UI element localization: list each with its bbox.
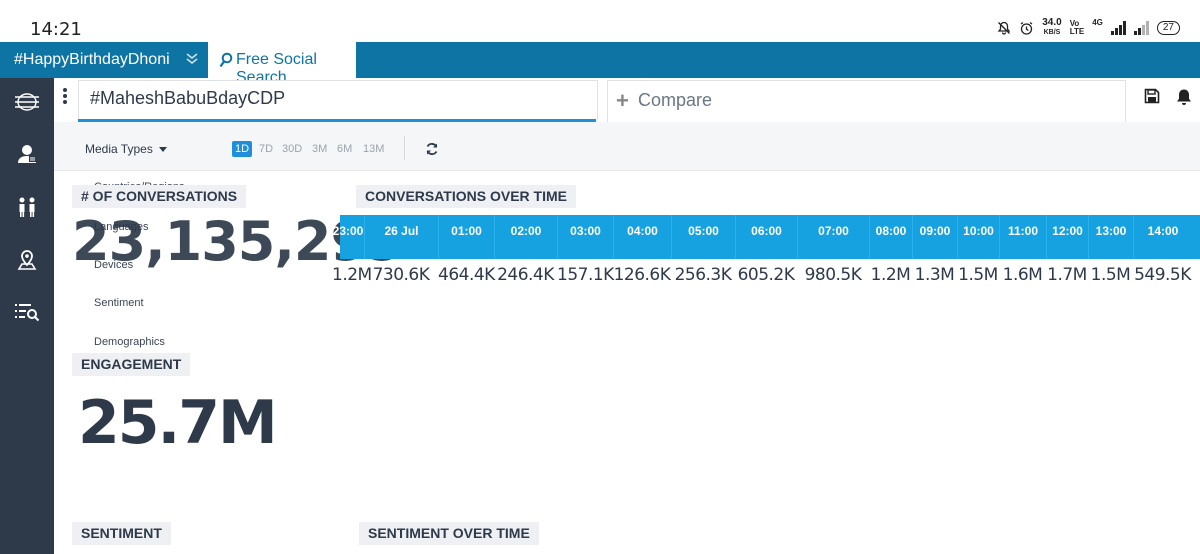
plus-icon: + bbox=[616, 88, 629, 113]
sentiment-over-time-label: SENTIMENT OVER TIME bbox=[359, 522, 539, 545]
timeline-value-12: 1.6M bbox=[1002, 265, 1043, 285]
status-time: 14:21 bbox=[30, 19, 82, 40]
timeline-value-1: 730.6K bbox=[372, 265, 430, 285]
bell-off-icon bbox=[997, 21, 1011, 35]
timeline-time-1: 26 Jul bbox=[364, 215, 438, 259]
timeline-value-0: 1.2M bbox=[332, 265, 372, 285]
range-1d-button[interactable]: 1D bbox=[232, 141, 253, 157]
volte-indicator: Vo LTE bbox=[1070, 20, 1085, 36]
refresh-icon[interactable] bbox=[425, 142, 439, 156]
timeline-value-13: 1.7M bbox=[1047, 265, 1087, 285]
timeline-time-10: 09:00 bbox=[912, 215, 957, 259]
sidebar-item-location[interactable] bbox=[13, 246, 41, 274]
signal-strength-icon bbox=[1110, 21, 1126, 35]
search-icon bbox=[219, 52, 233, 68]
timeline-time-7: 06:00 bbox=[735, 215, 797, 259]
search-query: #MaheshBabuBdayCDP bbox=[90, 88, 286, 108]
timeline-value-3: 246.4K bbox=[497, 265, 554, 285]
search-list-icon bbox=[15, 304, 40, 322]
tab-hashtag[interactable]: #HappyBirthdayDhoni bbox=[0, 42, 208, 78]
timeline-value-14: 1.5M bbox=[1090, 265, 1131, 285]
top-nav: #HappyBirthdayDhoni Free Social Search bbox=[0, 42, 1200, 86]
sidebar bbox=[0, 78, 54, 554]
timeline-value-10: 1.3M bbox=[914, 265, 955, 285]
dashboard-icon bbox=[15, 93, 39, 111]
timeline-value-15: 549.5K bbox=[1134, 265, 1191, 285]
network-speed: 34.0 KB/S bbox=[1042, 18, 1061, 38]
filter-divider bbox=[404, 136, 405, 160]
sidebar-item-dashboard[interactable] bbox=[13, 88, 41, 116]
signal-strength-2-icon bbox=[1133, 21, 1149, 35]
timeline-value-6: 256.3K bbox=[674, 265, 732, 285]
timeline-value-7: 605.2K bbox=[737, 265, 795, 285]
status-icons: 34.0 KB/S Vo LTE 4G 27 bbox=[997, 18, 1180, 38]
timeline-time-0: 23:00 bbox=[332, 224, 364, 238]
status-bar: 14:21 34.0 KB/S Vo LTE 4G 27 bbox=[0, 0, 1200, 42]
tab-free-social-search[interactable]: Free Social Search bbox=[208, 42, 356, 86]
network-speed-value: 34.0 bbox=[1042, 17, 1062, 28]
audience-icon bbox=[19, 197, 35, 217]
timeline-value-8: 980.5K bbox=[804, 265, 862, 285]
timeline-time-15: 14:00 bbox=[1133, 215, 1192, 259]
menu-item-sentiment[interactable]: Sentiment bbox=[94, 297, 144, 309]
timeline-value-11: 1.5M bbox=[958, 265, 998, 285]
location-icon bbox=[17, 250, 37, 270]
timeline-time-12: 11:00 bbox=[999, 215, 1046, 259]
conversations-label: # OF CONVERSATIONS bbox=[72, 185, 247, 208]
network-speed-unit: KB/S bbox=[1043, 29, 1061, 36]
conversations-over-time-label: CONVERSATIONS OVER TIME bbox=[356, 185, 576, 208]
media-types-dropdown[interactable]: Media Types bbox=[85, 142, 167, 156]
network-type: 4G bbox=[1092, 18, 1103, 27]
compare-label: Compare bbox=[638, 90, 713, 110]
alarm-icon bbox=[1020, 21, 1033, 35]
timeline-time-6: 05:00 bbox=[671, 215, 735, 259]
timeline-value-2: 464.4K bbox=[438, 265, 495, 285]
range-30d-button[interactable]: 30D bbox=[279, 141, 305, 157]
engagement-total: 25.7M bbox=[78, 388, 278, 458]
search-input[interactable]: #MaheshBabuBdayCDP bbox=[78, 80, 598, 121]
timeline-time-2: 01:00 bbox=[438, 215, 494, 259]
menu-item-demographics[interactable]: Demographics bbox=[94, 336, 165, 348]
timeline-time-9: 08:00 bbox=[869, 215, 912, 259]
range-13m-button[interactable]: 13M bbox=[360, 141, 387, 157]
caret-down-icon bbox=[158, 147, 167, 153]
timeline-time-4: 03:00 bbox=[557, 215, 613, 259]
timeline-value-9: 1.2M bbox=[870, 265, 911, 285]
range-7d-button[interactable]: 7D bbox=[256, 141, 276, 157]
save-icon[interactable] bbox=[1144, 88, 1160, 104]
kebab-menu-icon[interactable] bbox=[60, 86, 70, 108]
bell-icon[interactable] bbox=[1175, 88, 1193, 106]
battery-icon: 27 bbox=[1156, 21, 1180, 35]
sidebar-item-audience[interactable] bbox=[13, 193, 41, 221]
compare-input[interactable]: + Compare bbox=[607, 80, 1126, 124]
user-profile-icon bbox=[18, 145, 36, 163]
volte-bottom: LTE bbox=[1069, 27, 1085, 36]
timeline-value-5: 126.6K bbox=[613, 265, 671, 285]
conversations-timeline: 23:00 26 Jul 01:00 02:00 03:00 04:00 05:00 06:0… bbox=[333, 215, 1200, 259]
double-chevron-down-icon[interactable] bbox=[186, 52, 198, 66]
timeline-time-11: 10:00 bbox=[957, 215, 999, 259]
timeline-time-5: 04:00 bbox=[613, 215, 671, 259]
tab-hashtag-label: #HappyBirthdayDhoni bbox=[14, 51, 170, 68]
timeline-time-8: 07:00 bbox=[797, 215, 869, 259]
conversations-timeline-values: 1.2M 730.6K 464.4K 246.4K 157.1K 126.6K 256.3K… bbox=[332, 265, 1200, 295]
sidebar-item-profile[interactable] bbox=[13, 140, 41, 168]
filter-bar: Media Types 1D 7D 30D 3M 6M 13M bbox=[54, 122, 1200, 171]
timeline-time-14: 13:00 bbox=[1088, 215, 1133, 259]
sidebar-item-search-list[interactable] bbox=[13, 298, 41, 326]
range-6m-button[interactable]: 6M bbox=[334, 141, 355, 157]
media-types-label: Media Types bbox=[85, 142, 153, 156]
timeline-value-4: 157.1K bbox=[557, 265, 614, 285]
engagement-label: ENGAGEMENT bbox=[72, 353, 191, 376]
range-3m-button[interactable]: 3M bbox=[309, 141, 330, 157]
timeline-time-13: 12:00 bbox=[1046, 215, 1088, 259]
timeline-time-3: 02:00 bbox=[494, 215, 557, 259]
sentiment-label: SENTIMENT bbox=[72, 522, 171, 545]
